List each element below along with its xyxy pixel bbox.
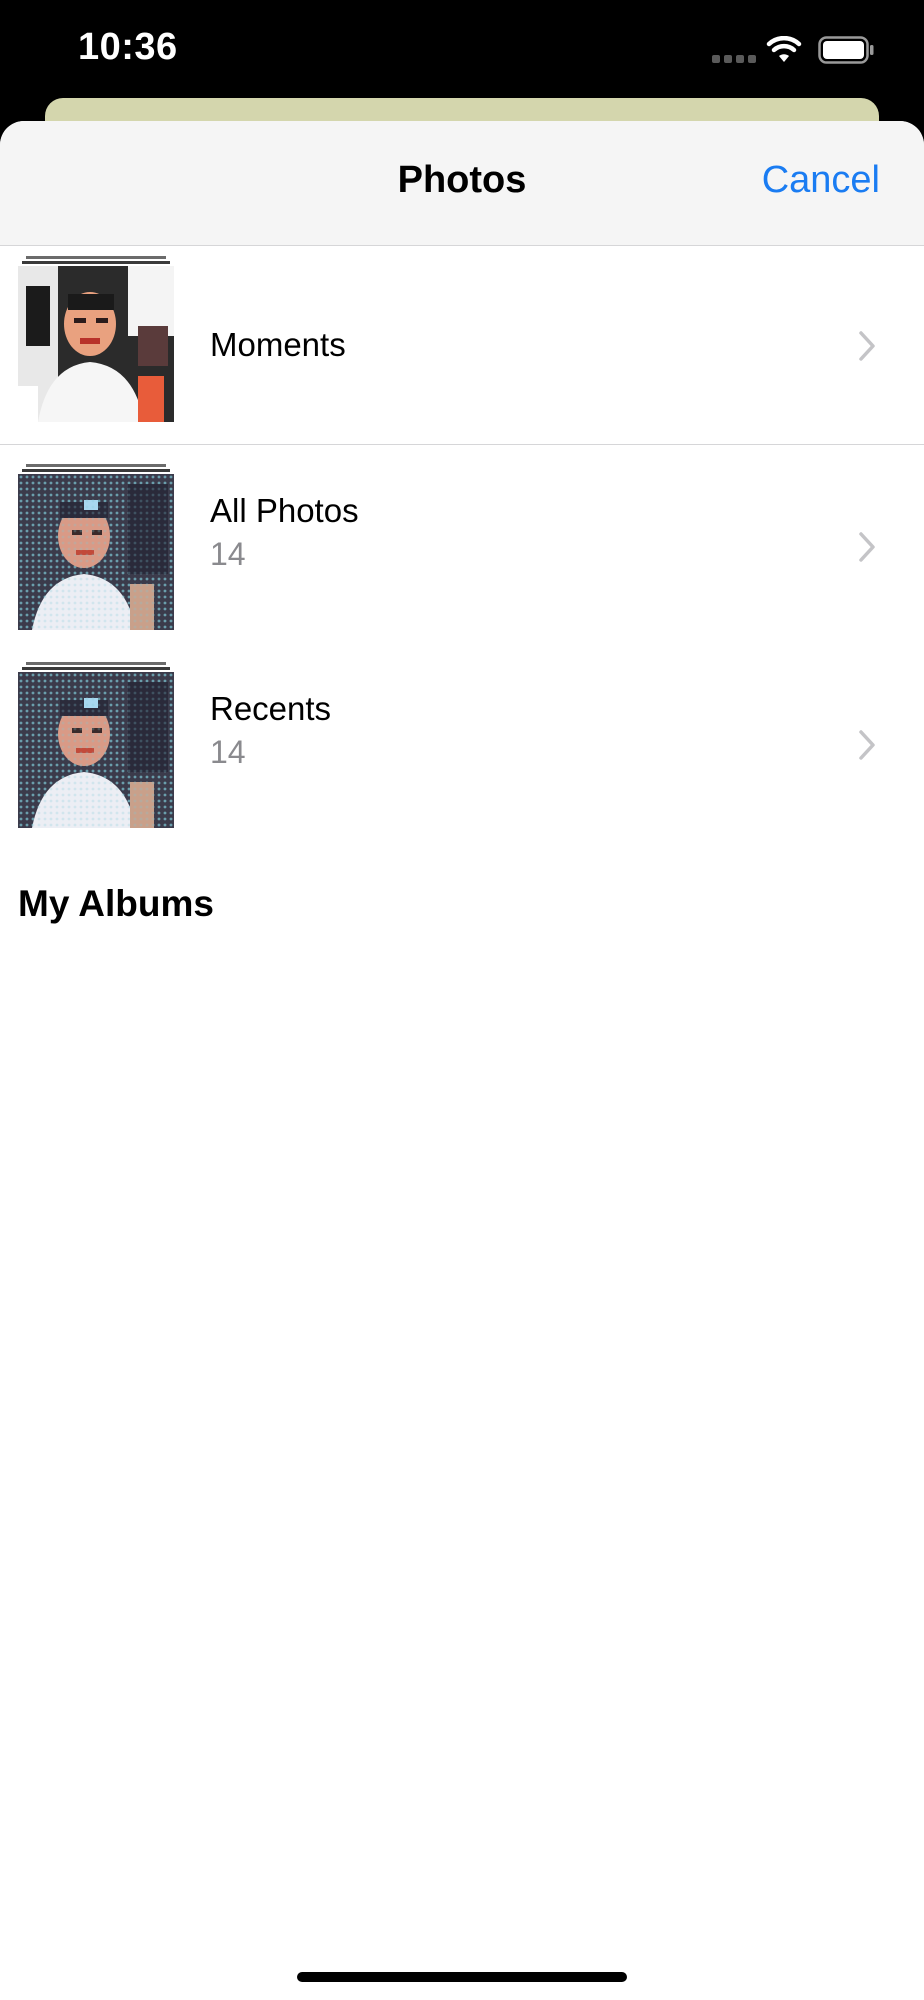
photo-picker-screen: 10:36 Photos Cancel Moments All Photos 1… [0,0,924,2000]
album-row-all-photos[interactable]: All Photos 14 [0,445,924,645]
album-row-moments[interactable]: Moments [0,246,924,446]
halftone-portrait-thumbnail [18,672,174,828]
album-count: 14 [210,536,246,572]
my-albums-header: My Albums [18,883,214,924]
album-thumbnail-stack [18,256,174,422]
signal-icon [712,55,756,63]
battery-icon [818,36,874,64]
album-row-recents[interactable]: Recents 14 [0,643,924,843]
album-thumbnail-stack [18,662,174,828]
home-indicator[interactable] [297,1972,627,1982]
navigation-bar: Photos Cancel [0,121,924,246]
portrait-photo-thumbnail [18,266,174,422]
cancel-button[interactable]: Cancel [762,159,880,202]
status-time: 10:36 [78,26,178,68]
album-title: Moments [210,326,346,363]
wifi-icon [766,36,802,62]
chevron-right-icon [859,532,875,562]
halftone-portrait-thumbnail [18,474,174,630]
album-title: Recents [210,690,332,727]
album-title: All Photos [210,492,359,529]
album-thumbnail-stack [18,464,174,630]
status-bar: 10:36 [0,0,924,100]
album-count: 14 [210,734,246,770]
chevron-right-icon [859,730,875,760]
chevron-right-icon [859,331,875,361]
photos-sheet: Photos Cancel Moments All Photos 14 Rece… [0,121,924,2000]
